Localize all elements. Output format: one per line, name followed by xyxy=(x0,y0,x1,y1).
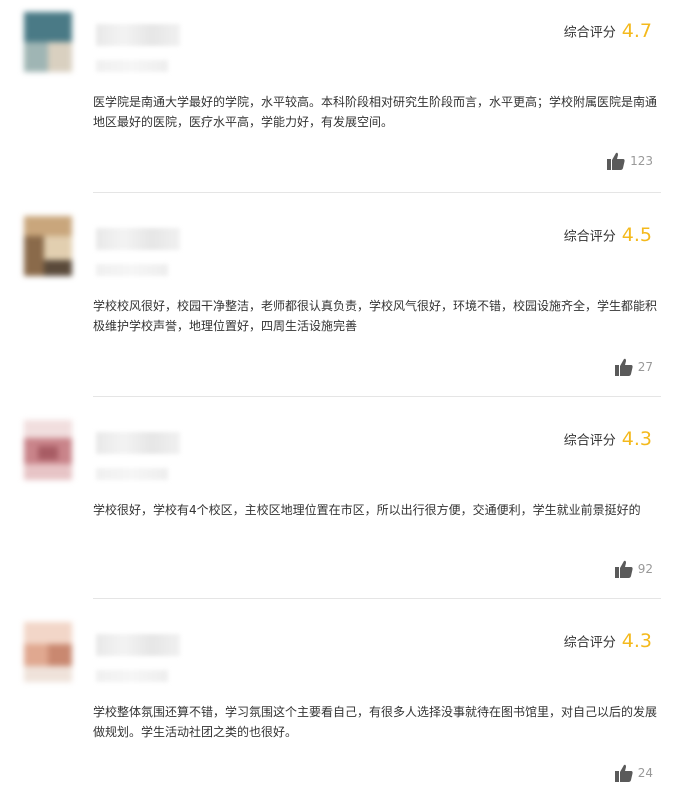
like-count: 24 xyxy=(637,765,653,780)
review-card: 综合评分 4.7 医学院是南通大学最好的学院，水平较高。本科阶段相对研究生阶段而言… xyxy=(0,0,673,194)
overall-rating: 综合评分 4.5 xyxy=(564,224,652,246)
rating-score: 4.7 xyxy=(621,20,652,42)
review-text: 医学院是南通大学最好的学院，水平较高。本科阶段相对研究生阶段而言，水平更高；学校… xyxy=(93,95,658,129)
divider xyxy=(93,396,661,397)
avatar[interactable] xyxy=(24,420,72,480)
like-button[interactable]: 24 xyxy=(614,762,653,783)
review-card: 综合评分 4.3 学校很好，学校有4个校区，主校区地理位置在市区，所以出行很方便，… xyxy=(0,408,673,602)
like-button[interactable]: 123 xyxy=(606,150,653,171)
review-text: 学校很好，学校有4个校区，主校区地理位置在市区，所以出行很方便，交通便利，学生就… xyxy=(93,503,641,517)
thumbs-up-icon xyxy=(607,152,625,170)
rating-score: 4.3 xyxy=(621,428,652,450)
user-info-blurred xyxy=(96,60,168,72)
rating-label: 综合评分 xyxy=(563,635,616,651)
username-blurred xyxy=(96,432,180,454)
overall-rating: 综合评分 4.3 xyxy=(564,428,652,450)
rating-score: 4.5 xyxy=(621,224,652,246)
divider xyxy=(93,192,661,193)
review-text: 学校校风很好，校园干净整洁，老师都很认真负责，学校风气很好，环境不错，校园设施齐… xyxy=(93,299,658,333)
user-info-blurred xyxy=(96,264,168,276)
overall-rating: 综合评分 4.3 xyxy=(564,630,652,652)
review-card: 综合评分 4.5 学校校风很好，校园干净整洁，老师都很认真负责，学校风气很好，环境… xyxy=(0,204,673,398)
thumbs-up-icon xyxy=(614,560,633,578)
rating-label: 综合评分 xyxy=(563,25,616,41)
like-button[interactable]: 92 xyxy=(614,558,653,579)
review-card: 综合评分 4.3 学校整体氛围还算不错，学习氛围这个主要看自己，有很多人选择没事就… xyxy=(0,610,673,791)
overall-rating: 综合评分 4.7 xyxy=(564,20,652,42)
username-blurred xyxy=(96,228,180,250)
avatar[interactable] xyxy=(24,622,72,682)
avatar[interactable] xyxy=(24,12,72,72)
avatar[interactable] xyxy=(24,216,72,276)
rating-score: 4.3 xyxy=(621,630,652,652)
divider xyxy=(93,598,661,599)
thumbs-up-icon xyxy=(614,358,633,376)
like-button[interactable]: 27 xyxy=(614,356,653,377)
like-count: 92 xyxy=(637,561,653,576)
like-count: 123 xyxy=(630,153,653,168)
review-text: 学校整体氛围还算不错，学习氛围这个主要看自己，有很多人选择没事就待在图书馆里，对… xyxy=(93,705,658,739)
like-count: 27 xyxy=(637,359,653,374)
username-blurred xyxy=(96,634,180,656)
username-blurred xyxy=(96,24,180,46)
thumbs-up-icon xyxy=(614,764,633,782)
rating-label: 综合评分 xyxy=(563,433,616,449)
user-info-blurred xyxy=(96,468,168,480)
user-info-blurred xyxy=(96,670,168,682)
rating-label: 综合评分 xyxy=(563,229,616,245)
